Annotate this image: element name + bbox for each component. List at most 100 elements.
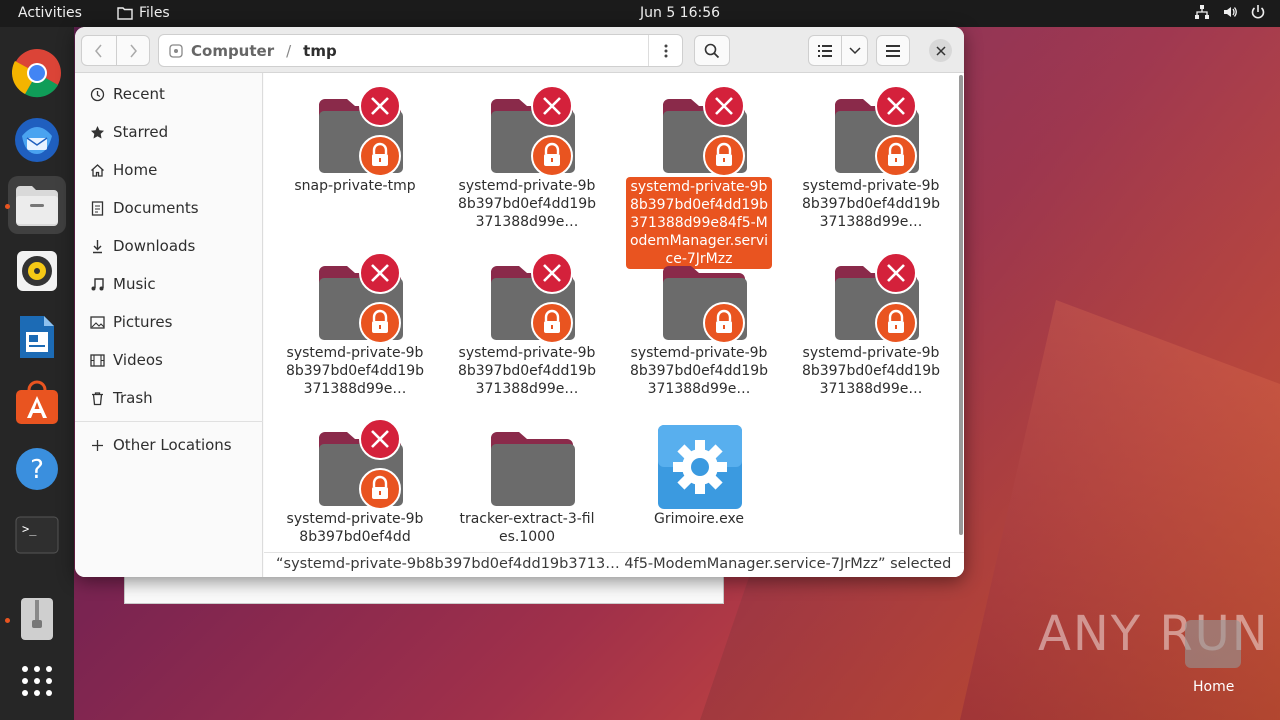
file-name: systemd-private-9b8b397bd0ef4dd19b371388… xyxy=(629,345,769,397)
file-grid[interactable]: snap-private-tmp systemd-private-9b8b397… xyxy=(264,73,964,577)
path-root[interactable]: Computer xyxy=(169,42,274,60)
music-icon xyxy=(89,276,105,292)
home-folder-icon[interactable] xyxy=(1185,620,1241,668)
sidebar-item-other-locations[interactable]: Other Locations xyxy=(75,428,263,462)
clock[interactable]: Jun 5 16:56 xyxy=(640,5,720,21)
network-icon xyxy=(1195,5,1209,19)
files-window: Computer / tmp Recent Starred Home Docum… xyxy=(75,27,964,577)
file-item[interactable]: snap-private-tmp xyxy=(280,85,430,195)
svg-text:>_: >_ xyxy=(22,522,37,536)
main-menu-button[interactable] xyxy=(876,35,910,66)
sidebar-item-trash[interactable]: Trash xyxy=(75,381,263,415)
sidebar-item-home[interactable]: Home xyxy=(75,153,263,187)
locked-folder-icon xyxy=(477,252,577,344)
clock-icon xyxy=(89,86,105,102)
activities-button[interactable]: Activities xyxy=(18,5,82,21)
chrome-icon[interactable] xyxy=(8,44,66,102)
path-current[interactable]: tmp xyxy=(303,42,337,60)
locked-folder-icon xyxy=(821,252,921,344)
sidebar-divider xyxy=(75,421,263,422)
executable-gear-icon xyxy=(649,418,749,509)
file-item[interactable]: systemd-private-9b8b397bd0ef4dd xyxy=(280,418,430,546)
sidebar-item-documents[interactable]: Documents xyxy=(75,191,263,225)
file-name: systemd-private-9b8b397bd0ef4dd19b371388… xyxy=(457,178,597,230)
sidebar-item-label: Downloads xyxy=(113,237,196,255)
sidebar-item-label: Recent xyxy=(113,85,165,103)
file-name: systemd-private-9b8b397bd0ef4dd19b371388… xyxy=(801,345,941,397)
sidebar-item-downloads[interactable]: Downloads xyxy=(75,229,263,263)
file-item[interactable]: Grimoire.exe xyxy=(624,418,774,528)
files-icon[interactable] xyxy=(8,176,66,234)
list-view-icon xyxy=(818,44,832,57)
home-icon xyxy=(89,162,105,178)
hamburger-menu-icon xyxy=(886,44,900,57)
file-item[interactable]: systemd-private-9b8b397bd0ef4dd19b371388… xyxy=(624,252,774,398)
desktop-home-label[interactable]: Home xyxy=(1193,679,1234,695)
show-apps-icon[interactable] xyxy=(8,652,66,710)
chevron-down-icon xyxy=(848,46,861,54)
file-item[interactable]: systemd-private-9b8b397bd0ef4dd19b371388… xyxy=(796,85,946,231)
sidebar-item-label: Documents xyxy=(113,199,199,217)
file-name: systemd-private-9b8b397bd0ef4dd19b371388… xyxy=(457,345,597,397)
libreoffice-writer-icon[interactable] xyxy=(8,308,66,366)
chevron-right-icon xyxy=(130,44,137,57)
back-button[interactable] xyxy=(81,35,117,66)
file-item[interactable]: systemd-private-9b8b397bd0ef4dd19b371388… xyxy=(796,252,946,398)
plus-icon xyxy=(89,437,105,453)
video-icon xyxy=(89,352,105,368)
sidebar-item-starred[interactable]: Starred xyxy=(75,115,263,149)
app-menu[interactable]: Files xyxy=(117,5,170,21)
top-bar: Activities Files Jun 5 16:56 xyxy=(0,0,1280,27)
header-bar: Computer / tmp xyxy=(75,27,964,73)
terminal-icon[interactable]: >_ xyxy=(8,506,66,564)
dock: ? >_ xyxy=(0,27,74,720)
rhythmbox-icon[interactable] xyxy=(8,242,66,300)
help-icon[interactable]: ? xyxy=(8,440,66,498)
running-indicator xyxy=(5,204,10,209)
file-name: systemd-private-9b8b397bd0ef4dd xyxy=(286,511,424,545)
scrollbar[interactable] xyxy=(959,75,963,535)
search-button[interactable] xyxy=(694,35,730,66)
locked-folder-icon xyxy=(477,85,577,177)
file-item[interactable]: tracker-extract-3-files.1000 xyxy=(452,418,602,546)
archive-manager-icon[interactable] xyxy=(8,590,66,648)
path-bar[interactable]: Computer / tmp xyxy=(158,34,683,67)
path-separator: / xyxy=(286,41,292,60)
file-item[interactable]: systemd-private-9b8b397bd0ef4dd19b371388… xyxy=(452,252,602,398)
forward-button[interactable] xyxy=(116,35,150,66)
path-menu-button[interactable] xyxy=(648,35,682,66)
folder-icon xyxy=(117,7,133,20)
running-indicator xyxy=(5,618,10,623)
thunderbird-icon[interactable] xyxy=(8,110,66,168)
drive-icon xyxy=(169,43,183,58)
sidebar-item-label: Pictures xyxy=(113,313,173,331)
sidebar-item-pictures[interactable]: Pictures xyxy=(75,305,263,339)
trash-icon xyxy=(89,390,105,406)
locked-folder-icon xyxy=(649,85,749,177)
path-root-label: Computer xyxy=(191,41,275,60)
app-center-icon[interactable] xyxy=(8,374,66,432)
system-tray[interactable] xyxy=(1194,4,1266,20)
svg-text:?: ? xyxy=(30,455,44,485)
close-icon xyxy=(935,45,946,56)
file-name: systemd-private-9b8b397bd0ef4dd19b371388… xyxy=(285,345,425,397)
locked-folder-icon xyxy=(305,252,405,344)
view-options-button[interactable] xyxy=(841,35,868,66)
locked-folder-icon xyxy=(649,252,749,344)
status-bar: “systemd-private-9b8b397bd0ef4dd19b3713…… xyxy=(264,552,964,577)
file-name: systemd-private-9b8b397bd0ef4dd19b371388… xyxy=(801,178,941,230)
view-list-button[interactable] xyxy=(808,35,842,66)
locked-folder-icon xyxy=(821,85,921,177)
picture-icon xyxy=(89,314,105,330)
sidebar-item-label: Home xyxy=(113,161,158,179)
file-item[interactable]: systemd-private-9b8b397bd0ef4dd19b371388… xyxy=(452,85,602,231)
app-name: Files xyxy=(139,5,170,21)
close-button[interactable] xyxy=(929,39,952,62)
document-icon xyxy=(89,200,105,216)
file-item-selected[interactable]: systemd-private-9b8b397bd0ef4dd19b371388… xyxy=(624,85,774,269)
file-item[interactable]: systemd-private-9b8b397bd0ef4dd19b371388… xyxy=(280,252,430,398)
sidebar-item-videos[interactable]: Videos xyxy=(75,343,263,377)
sidebar-item-recent[interactable]: Recent xyxy=(75,77,263,111)
sidebar-item-label: Other Locations xyxy=(113,436,232,454)
sidebar-item-music[interactable]: Music xyxy=(75,267,263,301)
